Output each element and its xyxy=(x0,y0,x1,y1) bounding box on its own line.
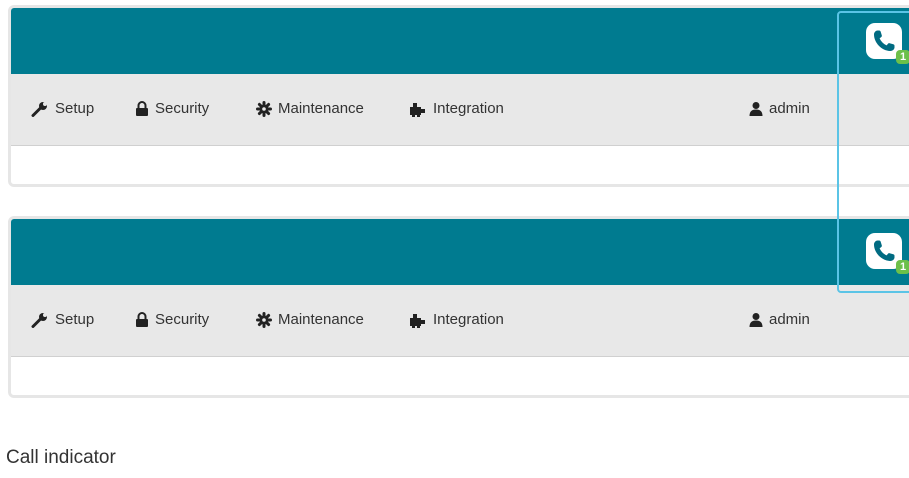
wrench-icon xyxy=(31,101,47,117)
user-icon xyxy=(749,312,763,327)
user-icon xyxy=(749,101,763,116)
phone-icon xyxy=(874,30,895,51)
phone-icon xyxy=(874,240,895,261)
puzzle-icon xyxy=(410,313,425,328)
nav-maintenance-label: Maintenance xyxy=(278,100,364,117)
nav-security[interactable]: Security xyxy=(135,311,209,328)
header-bar xyxy=(11,8,909,74)
nav-integration-label: Integration xyxy=(433,100,504,117)
nav-integration[interactable]: Integration xyxy=(409,100,504,117)
call-indicator[interactable]: 1 xyxy=(866,23,909,64)
header-bar xyxy=(11,219,909,285)
puzzle-icon xyxy=(410,102,425,117)
call-count-badge: 1 xyxy=(896,260,909,274)
user-menu[interactable]: admin xyxy=(749,100,810,117)
nav-security-label: Security xyxy=(155,100,210,117)
lock-icon xyxy=(136,100,148,116)
nav-bar: Setup Security Maintenance Integration a… xyxy=(11,285,909,357)
user-name: admin xyxy=(769,311,810,328)
content-area xyxy=(11,146,909,184)
gear-icon xyxy=(256,311,272,328)
nav-bar: Setup Security Maintenance Integration a… xyxy=(11,74,909,146)
content-area xyxy=(11,357,909,395)
nav-setup-label: Setup xyxy=(55,100,95,117)
figure-caption: Call indicator xyxy=(6,447,116,468)
call-count-badge: 1 xyxy=(896,50,909,64)
nav-security[interactable]: Security xyxy=(135,100,209,117)
web-interface-panel: Setup Security Maintenance Integration a… xyxy=(8,5,909,187)
nav-integration-label: Integration xyxy=(433,311,504,328)
nav-maintenance[interactable]: Maintenance xyxy=(256,100,364,117)
nav-integration[interactable]: Integration xyxy=(409,311,504,328)
nav-setup-label: Setup xyxy=(55,311,95,328)
nav-security-label: Security xyxy=(155,311,210,328)
wrench-icon xyxy=(31,312,47,328)
user-name: admin xyxy=(769,100,810,117)
nav-maintenance-label: Maintenance xyxy=(278,311,364,328)
gear-icon xyxy=(256,100,272,117)
nav-maintenance[interactable]: Maintenance xyxy=(256,311,364,328)
user-menu[interactable]: admin xyxy=(749,311,810,328)
nav-setup[interactable]: Setup xyxy=(31,311,94,328)
nav-setup[interactable]: Setup xyxy=(31,100,94,117)
call-indicator[interactable]: 1 xyxy=(866,233,909,274)
web-interface-panel: Setup Security Maintenance Integration a… xyxy=(8,216,909,398)
lock-icon xyxy=(136,311,148,327)
